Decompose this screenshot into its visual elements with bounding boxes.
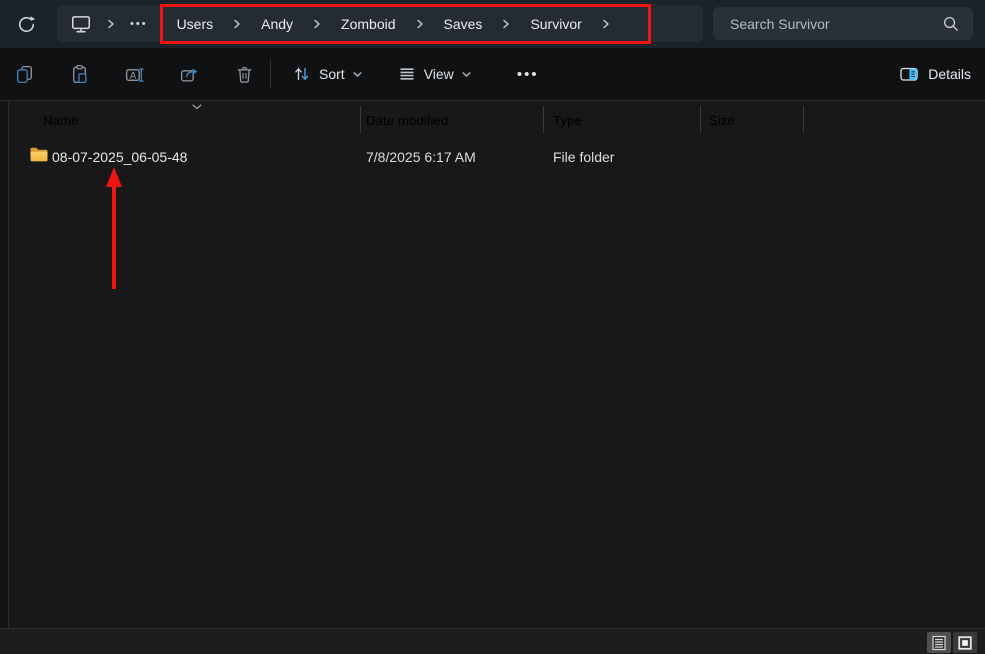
copy-icon — [14, 64, 35, 85]
details-view-icon — [931, 635, 947, 651]
breadcrumb-item-users[interactable]: Users — [177, 16, 214, 32]
see-more-button[interactable]: ••• — [508, 57, 548, 91]
toolbar-divider — [270, 59, 271, 89]
large-thumbnails-toggle[interactable] — [953, 632, 977, 653]
file-explorer-window: ••• Users Andy Zomboid Saves Survivor — [0, 0, 985, 654]
view-icon — [397, 64, 417, 84]
svg-text:A: A — [129, 70, 136, 81]
refresh-icon — [17, 15, 36, 34]
column-divider — [543, 106, 544, 133]
file-type: File folder — [553, 149, 614, 165]
chevron-right-icon — [601, 19, 611, 29]
chevron-right-icon — [232, 19, 242, 29]
sort-icon — [292, 64, 312, 84]
details-pane-icon — [899, 64, 919, 84]
details-pane-label: Details — [928, 66, 971, 82]
pane-divider — [8, 102, 9, 628]
chevron-right-icon — [312, 19, 322, 29]
chevron-right-icon — [106, 19, 116, 29]
chevron-right-icon — [501, 19, 511, 29]
column-header-date-modified[interactable]: Date modified — [366, 113, 448, 128]
chevron-down-icon — [461, 69, 472, 80]
column-header-type[interactable]: Type — [553, 113, 582, 128]
sort-direction-icon — [191, 103, 203, 111]
this-pc-button[interactable] — [70, 13, 92, 35]
breadcrumb-item-andy[interactable]: Andy — [261, 16, 293, 32]
breadcrumb-overflow-button[interactable]: ••• — [130, 18, 148, 30]
breadcrumb-item-zomboid[interactable]: Zomboid — [341, 16, 395, 32]
column-header-size[interactable]: Size — [709, 113, 735, 128]
column-divider — [803, 106, 804, 133]
share-button[interactable] — [172, 57, 206, 91]
monitor-icon — [70, 13, 92, 35]
column-header-name[interactable]: Name — [43, 113, 79, 128]
file-list-area: Name Date modified Type Size — [0, 102, 985, 628]
rename-button[interactable]: A — [117, 57, 151, 91]
paste-button[interactable] — [62, 57, 96, 91]
details-view-toggle[interactable] — [927, 632, 951, 653]
search-input[interactable] — [713, 16, 942, 32]
sort-label: Sort — [319, 66, 345, 82]
command-toolbar: A — [0, 48, 985, 101]
file-date-modified: 7/8/2025 6:17 AM — [366, 149, 476, 165]
search-box — [713, 7, 973, 40]
sort-button[interactable]: Sort — [282, 57, 373, 91]
arrow-shaft — [112, 186, 116, 289]
file-row[interactable]: 08-07-2025_06-05-48 7/8/2025 6:17 AM Fil… — [9, 142, 985, 172]
trash-icon — [234, 64, 255, 85]
breadcrumb-item-survivor[interactable]: Survivor — [530, 16, 581, 32]
rename-icon: A — [124, 64, 145, 85]
paste-icon — [69, 64, 90, 85]
left-gutter — [0, 102, 8, 628]
view-button[interactable]: View — [387, 57, 482, 91]
thumbnails-view-icon — [957, 635, 973, 651]
folder-icon — [29, 146, 49, 163]
file-name: 08-07-2025_06-05-48 — [52, 149, 187, 165]
chevron-right-icon — [415, 19, 425, 29]
breadcrumb: ••• Users Andy Zomboid Saves Survivor — [57, 5, 703, 42]
status-bar — [0, 628, 985, 654]
refresh-button[interactable] — [10, 8, 42, 40]
address-bar: ••• Users Andy Zomboid Saves Survivor — [0, 0, 985, 48]
breadcrumb-item-saves[interactable]: Saves — [444, 16, 483, 32]
delete-button[interactable] — [227, 57, 261, 91]
column-divider — [700, 106, 701, 133]
column-divider — [360, 106, 361, 133]
details-pane-button[interactable]: Details — [899, 57, 971, 91]
view-label: View — [424, 66, 454, 82]
share-icon — [179, 64, 200, 85]
search-icon — [942, 15, 959, 32]
copy-button[interactable] — [7, 57, 41, 91]
chevron-down-icon — [352, 69, 363, 80]
column-headers: Name Date modified Type Size — [0, 102, 985, 138]
